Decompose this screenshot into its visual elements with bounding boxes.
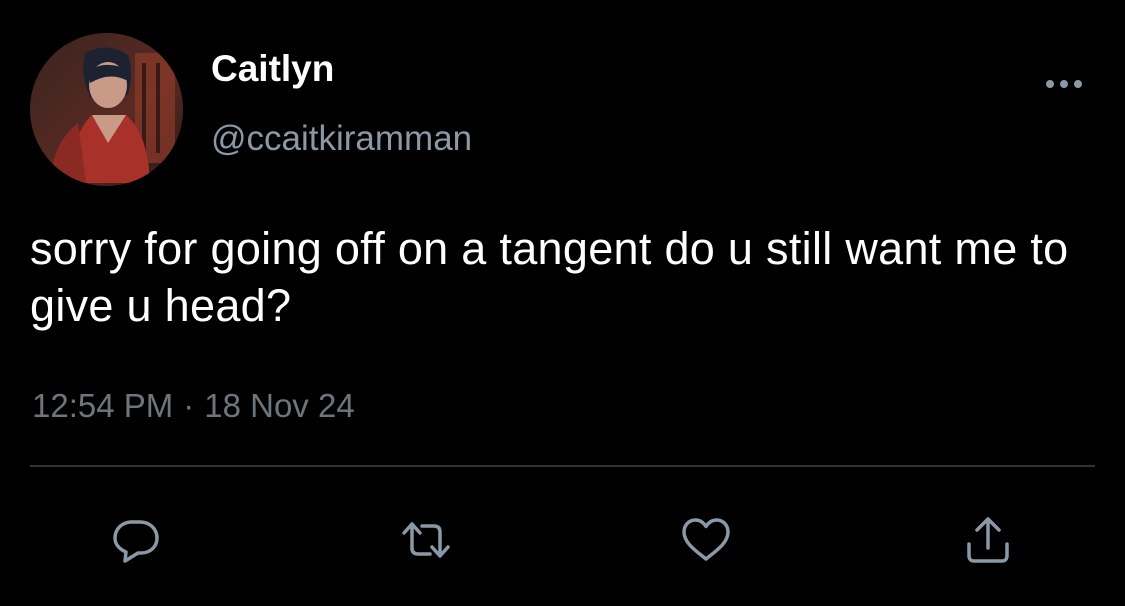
divider [30, 465, 1095, 467]
tweet-text: sorry for going off on a tangent do u st… [30, 223, 1069, 331]
tweet-time: 12:54 PM [32, 387, 174, 424]
retweet-button[interactable] [398, 512, 454, 568]
username-handle[interactable]: @ccaitkiramman [211, 118, 472, 160]
tweet-timestamp[interactable]: 12:54 PM · 18 Nov 24 [32, 386, 355, 426]
tweet-date: 18 Nov 24 [204, 387, 355, 424]
reply-icon [113, 520, 159, 563]
reply-button[interactable] [108, 512, 164, 568]
retweet-icon [402, 522, 450, 558]
display-name[interactable]: Caitlyn [211, 47, 334, 91]
like-button[interactable] [678, 512, 734, 568]
avatar-image [30, 33, 183, 186]
share-icon [967, 517, 1009, 563]
avatar[interactable] [30, 33, 183, 186]
meta-separator: · [183, 387, 195, 424]
more-horizontal-icon[interactable] [1040, 72, 1088, 96]
share-button[interactable] [960, 512, 1016, 568]
heart-icon [682, 518, 730, 561]
